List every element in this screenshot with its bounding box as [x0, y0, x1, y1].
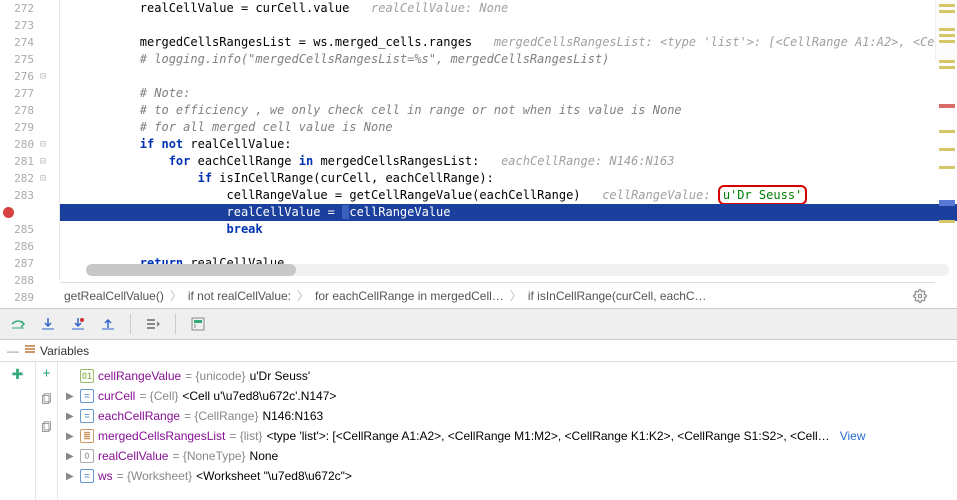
step-out-icon[interactable] — [100, 316, 116, 332]
variables-tree[interactable]: 01cellRangeValue = {unicode} u'Dr Seuss'… — [58, 362, 957, 500]
add-watch-icon[interactable]: + — [43, 366, 51, 381]
variable-row[interactable]: ▶≣mergedCellsRangesList = {list} <type '… — [66, 426, 949, 446]
fold-icon[interactable]: ⊟ — [40, 136, 52, 153]
crumb[interactable]: if not realCellValue: — [188, 283, 291, 309]
breakpoint-icon[interactable] — [3, 207, 14, 218]
step-into-my-icon[interactable] — [70, 316, 86, 332]
run-to-cursor-icon[interactable] — [145, 316, 161, 332]
fold-icon[interactable]: ⊟ — [40, 170, 52, 187]
variable-row[interactable]: ▶0realCellValue = {NoneType} None — [66, 446, 949, 466]
line-number: 289 — [0, 289, 40, 306]
debug-side-tabs: ✚ — [0, 362, 36, 500]
variable-row[interactable]: ▶=curCell = {Cell} <Cell u'\u7ed8\u672c'… — [66, 386, 949, 406]
type-icon: = — [80, 389, 94, 403]
current-execution-line: realCellValue = cellRangeValue — [60, 204, 957, 221]
debug-toolbar — [0, 308, 957, 340]
step-over-icon[interactable] — [10, 316, 26, 332]
chevron-right-icon: 〉 — [297, 283, 309, 309]
inline-hint: realCellValue: None — [349, 1, 508, 15]
type-icon: = — [80, 469, 94, 483]
variables-panel-header: — Variables — [0, 340, 957, 362]
line-number: 274 — [0, 34, 40, 51]
step-into-icon[interactable] — [40, 316, 56, 332]
variables-icon — [24, 343, 36, 358]
type-icon: 0 — [80, 449, 94, 463]
chevron-right-icon: 〉 — [510, 283, 522, 309]
line-number: 286 — [0, 238, 40, 255]
copy-icon[interactable] — [40, 421, 53, 437]
line-number: 288 — [0, 272, 40, 289]
type-icon: = — [80, 409, 94, 423]
line-number: 273 — [0, 17, 40, 34]
line-number: 272 — [0, 0, 40, 17]
line-number: 279 — [0, 119, 40, 136]
highlighted-value: u'Dr Seuss' — [718, 185, 807, 205]
variables-label: Variables — [40, 344, 89, 358]
horizontal-scrollbar[interactable] — [86, 264, 949, 276]
expand-icon[interactable]: ▶ — [66, 411, 76, 422]
crumb[interactable]: for eachCellRange in mergedCell… — [315, 283, 504, 309]
expand-icon[interactable]: ▶ — [66, 431, 76, 442]
inline-hint: mergedCellsRangesList: <type 'list'>: [<… — [472, 35, 957, 49]
fold-icon[interactable]: ⊟ — [40, 153, 52, 170]
line-number: 277 — [0, 85, 40, 102]
copy-icon[interactable] — [40, 393, 53, 409]
gear-icon[interactable] — [913, 283, 927, 309]
view-link[interactable]: View — [840, 429, 866, 443]
variable-row[interactable]: 01cellRangeValue = {unicode} u'Dr Seuss' — [66, 366, 949, 386]
minimize-icon[interactable]: — — [6, 344, 20, 358]
expand-icon[interactable]: ▶ — [66, 391, 76, 402]
code-editor[interactable]: realCellValue = curCell.value realCellVa… — [60, 0, 957, 280]
fold-icon[interactable]: ⊟ — [40, 68, 52, 85]
inline-hint: eachCellRange: N146:N163 — [479, 154, 674, 168]
line-number: 285 — [0, 221, 40, 238]
variable-row[interactable]: ▶=ws = {Worksheet} <Worksheet "\u7ed8\u6… — [66, 466, 949, 486]
chevron-right-icon: 〉 — [170, 283, 182, 309]
type-icon: ≣ — [80, 429, 94, 443]
variable-row[interactable]: ▶=eachCellRange = {CellRange} N146:N163 — [66, 406, 949, 426]
line-number: 287 — [0, 255, 40, 272]
breadcrumb: getRealCellValue() 〉 if not realCellValu… — [60, 282, 935, 308]
minimap[interactable] — [935, 0, 957, 60]
line-number: 278 — [0, 102, 40, 119]
expand-icon[interactable]: ▶ — [66, 471, 76, 482]
expand-icon[interactable]: ▶ — [66, 451, 76, 462]
line-number: 282 — [0, 170, 40, 187]
type-icon: 01 — [80, 369, 94, 383]
line-number: 280 — [0, 136, 40, 153]
evaluate-icon[interactable] — [190, 316, 206, 332]
line-number: 275 — [0, 51, 40, 68]
line-number: 276 — [0, 68, 40, 85]
inline-hint: cellRangeValue: — [581, 188, 718, 202]
line-number: 283 — [0, 187, 40, 204]
crumb[interactable]: if isInCellRange(curCell, eachC… — [528, 283, 707, 309]
plus-icon[interactable]: ✚ — [12, 366, 24, 383]
line-number: 281 — [0, 153, 40, 170]
crumb[interactable]: getRealCellValue() — [64, 283, 164, 309]
